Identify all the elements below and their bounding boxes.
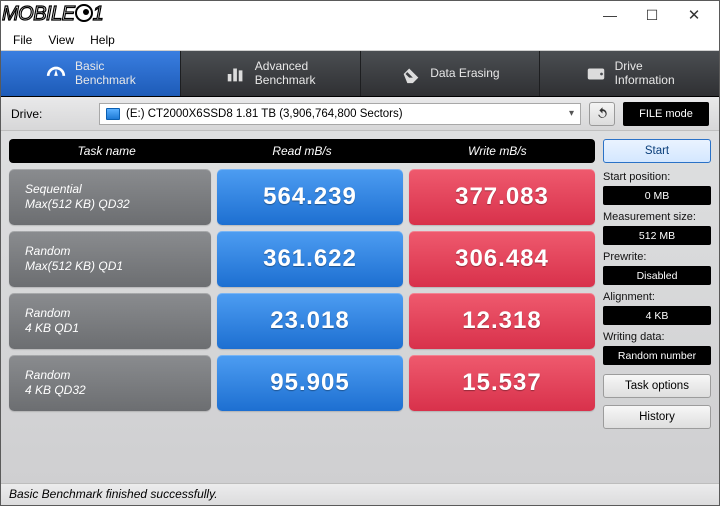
tab-drive-information[interactable]: Drive Information [540,51,719,96]
tab-data-erasing[interactable]: Data Erasing [361,51,541,96]
col-write: Write mB/s [400,139,595,163]
file-mode-button[interactable]: FILE mode [623,102,709,126]
drive-select[interactable]: (E:) CT2000X6SSD8 1.81 TB (3,906,764,800… [99,103,581,125]
writing-data-label: Writing data: [603,331,711,343]
writing-data-value[interactable]: Random number [603,346,711,365]
measurement-size-label: Measurement size: [603,211,711,223]
col-read: Read mB/s [204,139,399,163]
result-row: Random4 KB QD1 23.018 12.318 [9,293,595,349]
task-options-button[interactable]: Task options [603,374,711,398]
chevron-down-icon: ▾ [569,108,574,119]
start-position-label: Start position: [603,171,711,183]
watermark-logo: MOBILE1 [2,2,103,26]
measurement-size-value[interactable]: 512 MB [603,226,711,245]
close-button[interactable]: ✕ [673,3,715,27]
drive-label: Drive: [11,107,91,121]
window-titlebar: — ☐ ✕ [1,1,719,29]
status-bar: Basic Benchmark finished successfully. [1,483,719,505]
tab-label: Drive Information [615,60,675,88]
write-cell: 15.537 [409,355,595,411]
start-button[interactable]: Start [603,139,711,163]
drive-value: (E:) CT2000X6SSD8 1.81 TB (3,906,764,800… [126,108,403,120]
write-cell: 377.083 [409,169,595,225]
result-row: SequentialMax(512 KB) QD32 564.239 377.0… [9,169,595,225]
maximize-button[interactable]: ☐ [631,3,673,27]
app-window: — ☐ ✕ File View Help Basic Benchmark Adv… [0,0,720,506]
tab-label: Advanced Benchmark [255,60,316,88]
result-row: RandomMax(512 KB) QD1 361.622 306.484 [9,231,595,287]
task-cell[interactable]: SequentialMax(512 KB) QD32 [9,169,211,225]
refresh-icon [595,106,610,121]
write-cell: 12.318 [409,293,595,349]
tab-bar: Basic Benchmark Advanced Benchmark Data … [1,51,719,97]
erase-icon [400,63,422,85]
start-position-value[interactable]: 0 MB [603,186,711,205]
write-cell: 306.484 [409,231,595,287]
results-header: Task name Read mB/s Write mB/s [9,139,595,163]
menu-file[interactable]: File [7,31,38,49]
task-cell[interactable]: Random4 KB QD32 [9,355,211,411]
tab-label: Data Erasing [430,67,499,81]
side-panel: Start Start position: 0 MB Measurement s… [603,139,711,479]
col-task: Task name [9,139,204,163]
tab-basic-benchmark[interactable]: Basic Benchmark [1,51,181,96]
chart-icon [225,63,247,85]
read-cell: 564.239 [217,169,403,225]
result-row: Random4 KB QD32 95.905 15.537 [9,355,595,411]
prewrite-label: Prewrite: [603,251,711,263]
results-panel: Task name Read mB/s Write mB/s Sequentia… [9,139,595,479]
alignment-value[interactable]: 4 KB [603,306,711,325]
drive-toolbar: Drive: (E:) CT2000X6SSD8 1.81 TB (3,906,… [1,97,719,131]
menu-view[interactable]: View [42,31,80,49]
menu-help[interactable]: Help [84,31,121,49]
gauge-icon [45,63,67,85]
read-cell: 361.622 [217,231,403,287]
refresh-button[interactable] [589,102,615,126]
minimize-button[interactable]: — [589,3,631,27]
disk-icon [106,108,120,120]
prewrite-value[interactable]: Disabled [603,266,711,285]
tab-label: Basic Benchmark [75,60,136,88]
read-cell: 23.018 [217,293,403,349]
drive-icon [585,63,607,85]
content-area: Task name Read mB/s Write mB/s Sequentia… [1,131,719,483]
read-cell: 95.905 [217,355,403,411]
task-cell[interactable]: Random4 KB QD1 [9,293,211,349]
menu-bar: File View Help [1,29,719,51]
history-button[interactable]: History [603,405,711,429]
alignment-label: Alignment: [603,291,711,303]
tab-advanced-benchmark[interactable]: Advanced Benchmark [181,51,361,96]
task-cell[interactable]: RandomMax(512 KB) QD1 [9,231,211,287]
